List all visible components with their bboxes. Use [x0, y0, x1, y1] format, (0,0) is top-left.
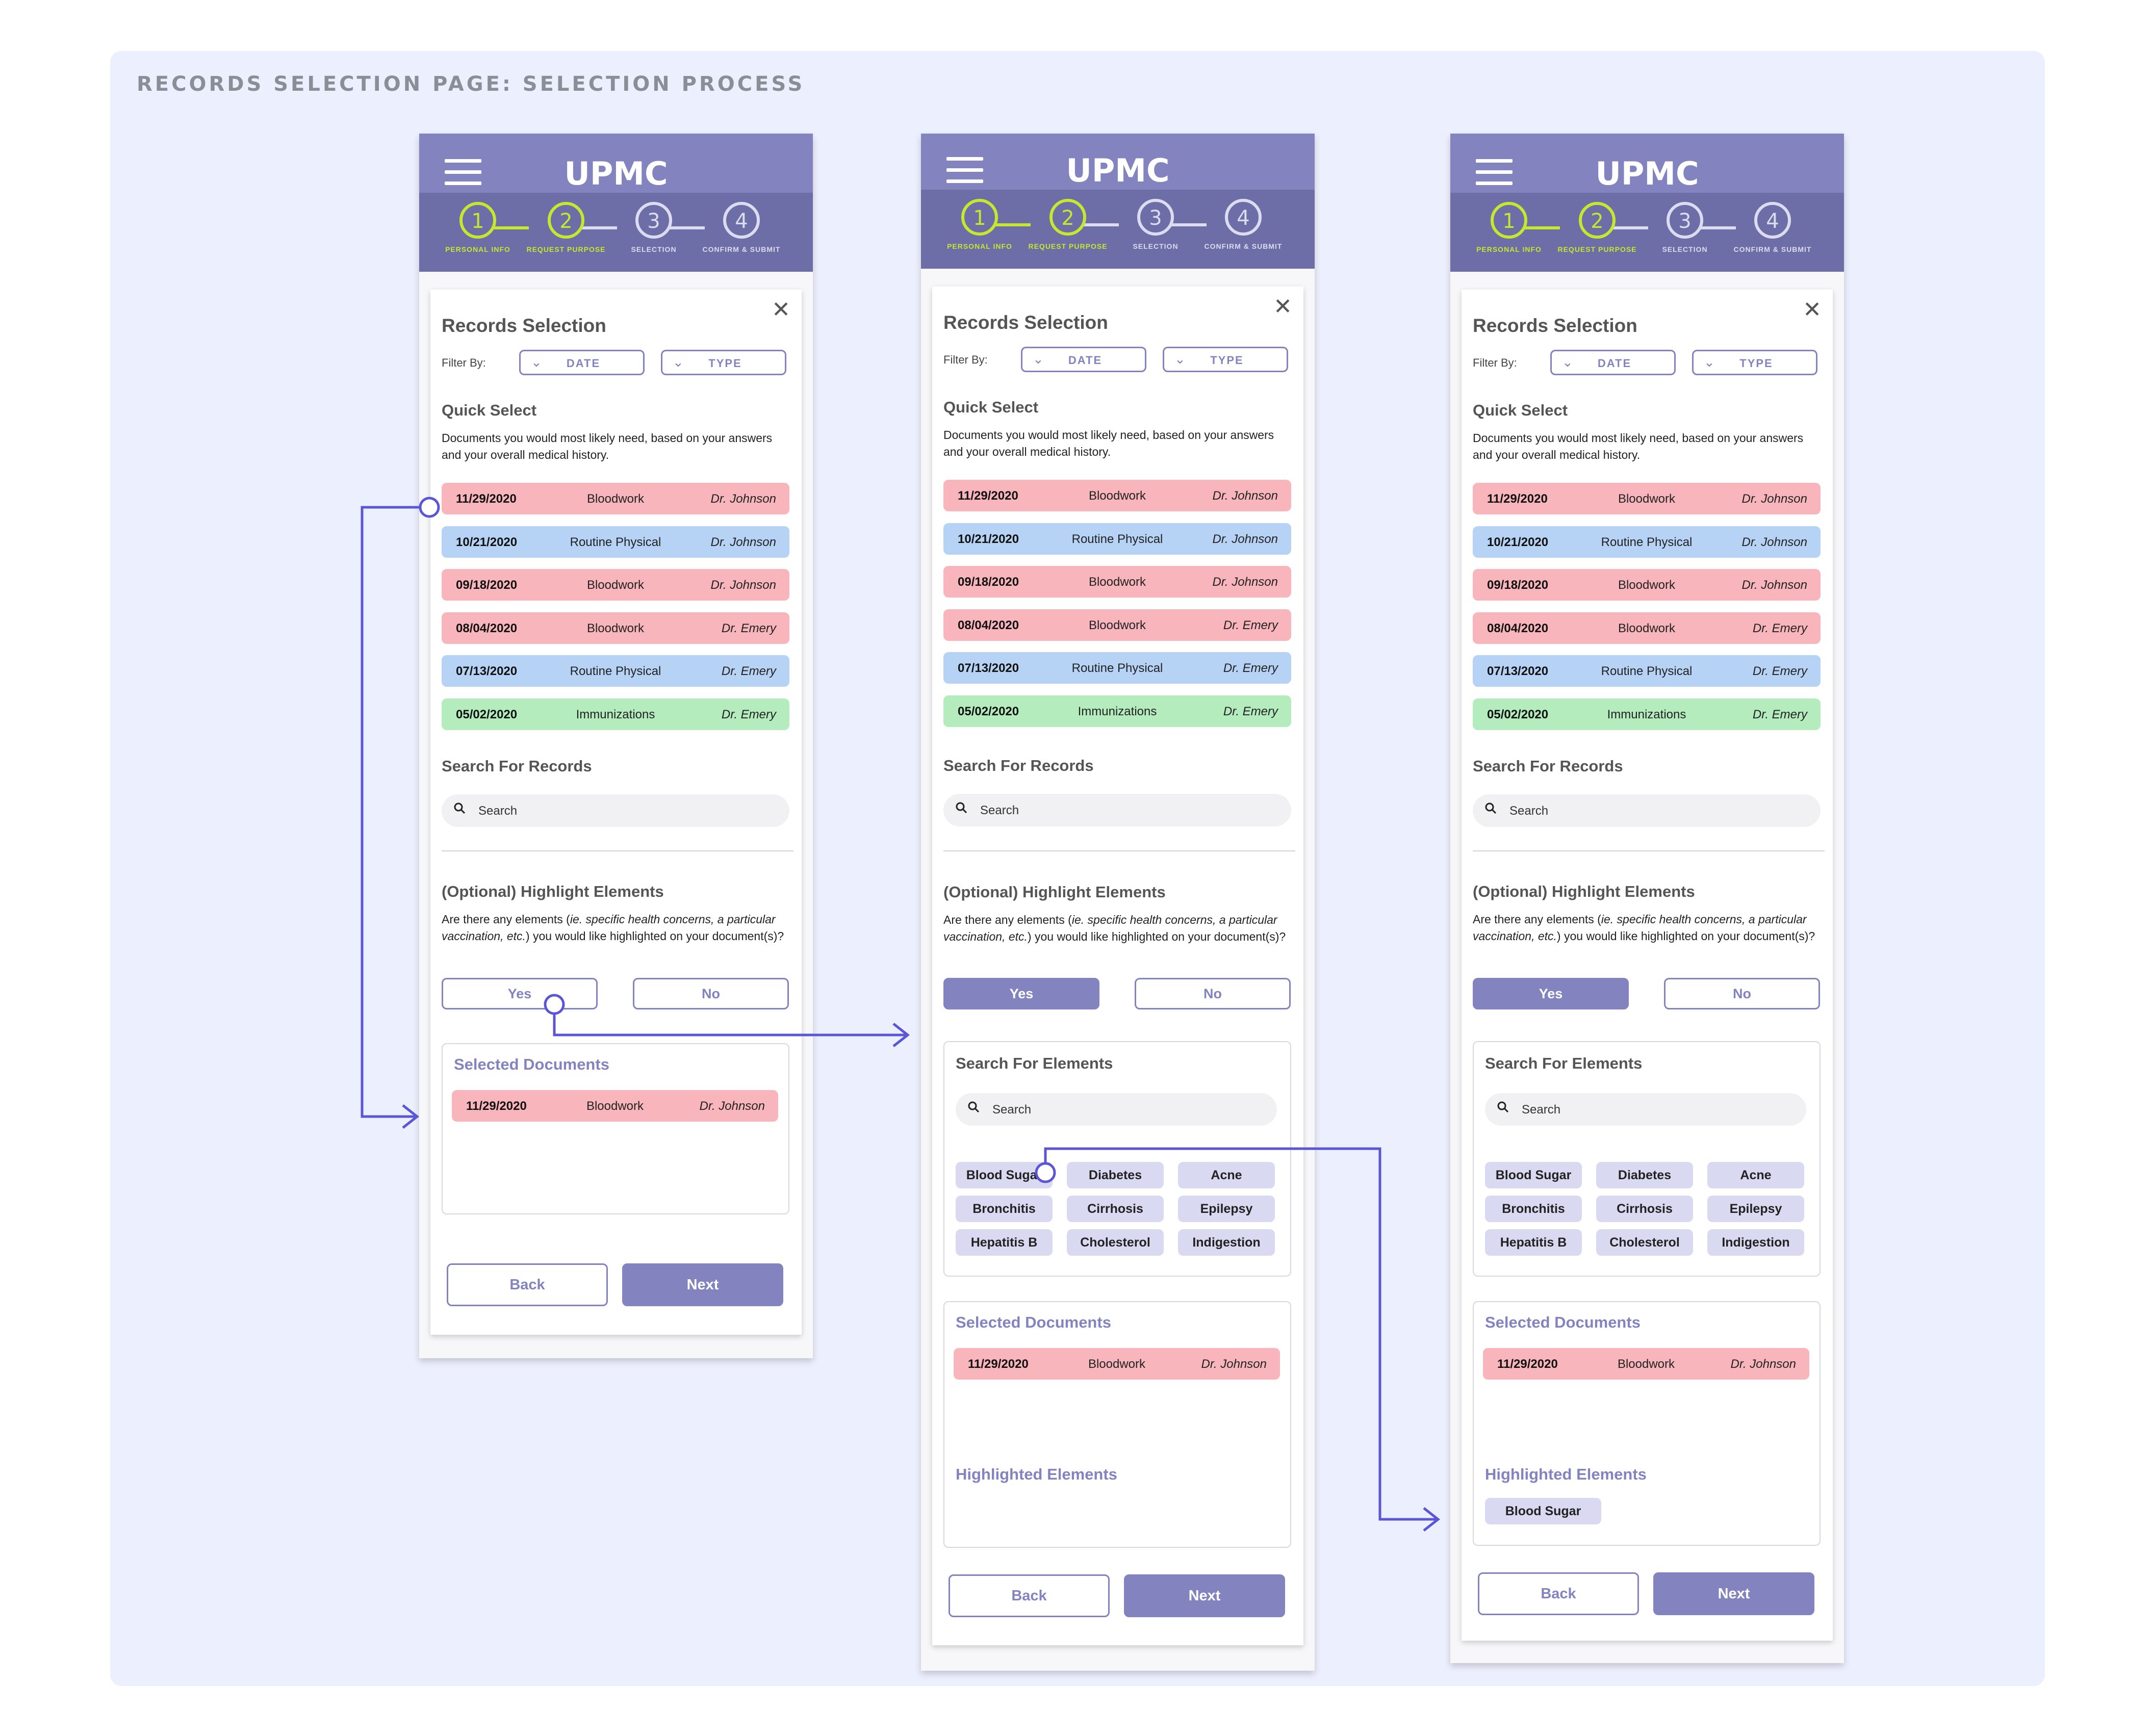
flow-arrow-tag-to-highlighted — [1044, 1147, 1436, 1521]
flow-arrow-record-to-selected — [361, 506, 420, 1118]
flow-node — [544, 994, 565, 1015]
flow-node — [419, 497, 440, 518]
flow-arrows — [361, 497, 1441, 1532]
flow-node — [1035, 1162, 1056, 1183]
flow-arrow-yes-to-screen2 — [553, 1004, 906, 1037]
